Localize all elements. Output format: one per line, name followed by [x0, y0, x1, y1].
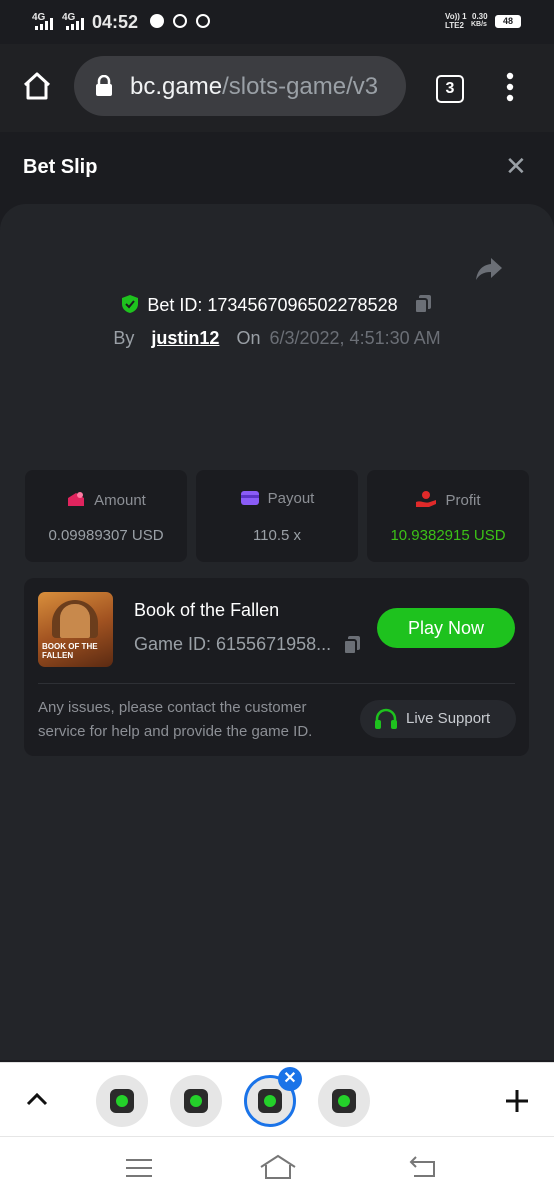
- game-thumbnail-text: BOOK OF THE FALLEN: [42, 642, 98, 660]
- url-host: bc.game: [130, 73, 223, 100]
- telegram-icon: [150, 14, 164, 28]
- wallet-icon: [240, 491, 259, 505]
- profit-label-row: Profit: [367, 490, 529, 509]
- copy-icon[interactable]: [413, 294, 433, 314]
- status-bar: 4G 4G 04:52 Vo)) 1 LTE2 0.30 KB/s 48: [0, 0, 554, 44]
- tab-switcher-button[interactable]: 3: [436, 75, 464, 103]
- battery-icon: 48: [495, 15, 521, 28]
- headset-icon: [375, 708, 397, 729]
- system-nav-bar: [0, 1136, 554, 1201]
- bc-game-icon: [332, 1089, 356, 1113]
- volte-indicator: Vo)) 1: [445, 12, 467, 21]
- bet-detail-card: Bet ID: 1734567096502278528 By justin12 …: [0, 204, 554, 1060]
- home-icon[interactable]: [22, 71, 52, 101]
- home-nav-icon[interactable]: [258, 1153, 298, 1181]
- url-path: /slots-game/v3: [222, 73, 379, 100]
- bc-game-icon: [258, 1089, 282, 1113]
- close-tab-icon[interactable]: ✕: [278, 1067, 302, 1091]
- lte-indicator: LTE2: [445, 21, 464, 30]
- new-tab-icon[interactable]: [504, 1088, 530, 1114]
- signal-icon-2: [66, 18, 84, 30]
- tab-thumb-1[interactable]: [96, 1075, 148, 1127]
- verified-shield-icon: [122, 295, 139, 313]
- live-support-label: Live Support: [406, 710, 491, 727]
- by-label: By: [113, 328, 135, 348]
- payout-label-row: Payout: [196, 490, 358, 507]
- bc-game-icon: [110, 1089, 134, 1113]
- support-notice: Any issues, please contact the customer …: [38, 699, 313, 740]
- play-now-button[interactable]: Play Now: [377, 608, 515, 648]
- back-icon[interactable]: [408, 1155, 438, 1179]
- bet-id: Bet ID: 1734567096502278528: [147, 295, 398, 315]
- address-bar[interactable]: bc.game/slots-game/v3: [74, 56, 406, 116]
- payout-label: Payout: [267, 490, 315, 507]
- payout-value: 110.5 x: [252, 527, 302, 544]
- profit-value: 10.9382915 USD: [390, 527, 506, 544]
- game-info-box: BOOK OF THE FALLEN Book of the Fallen Ga…: [24, 578, 529, 756]
- share-icon[interactable]: [474, 256, 504, 282]
- signal-icon: [35, 18, 53, 30]
- net-speed-unit: KB/s: [471, 21, 487, 28]
- amount-stat: Amount 0.09989307 USD: [25, 470, 187, 562]
- tab-thumb-2[interactable]: [170, 1075, 222, 1127]
- divider: [38, 683, 515, 684]
- clock: 04:52: [92, 12, 139, 32]
- tab-strip: ✕: [0, 1062, 554, 1137]
- game-thumbnail[interactable]: BOOK OF THE FALLEN: [38, 592, 113, 667]
- copy-game-id-icon[interactable]: [342, 635, 362, 655]
- url-text: bc.game/slots-game/v3: [130, 73, 400, 101]
- net-speed: 0.30: [472, 12, 488, 21]
- browser-toolbar: bc.game/slots-game/v3 3: [0, 44, 554, 132]
- game-name: Book of the Fallen: [134, 600, 280, 620]
- profit-stat: Profit 10.9382915 USD: [367, 470, 529, 562]
- payout-stat: Payout 110.5 x: [196, 470, 358, 562]
- amount-value: 0.09989307 USD: [48, 527, 164, 544]
- profit-label: Profit: [445, 492, 481, 509]
- profit-icon: [416, 491, 437, 507]
- vpn-icon: [173, 14, 187, 28]
- page-title: Bet Slip: [23, 156, 98, 178]
- amount-icon: [68, 492, 85, 506]
- lock-icon: [96, 75, 112, 96]
- menu-icon[interactable]: [124, 1157, 154, 1179]
- whatsapp-icon: [196, 14, 210, 28]
- close-icon[interactable]: ✕: [505, 153, 527, 179]
- bet-id-row: Bet ID: 1734567096502278528: [0, 294, 554, 316]
- live-support-button[interactable]: Live Support: [360, 700, 516, 738]
- amount-label-row: Amount: [25, 490, 187, 509]
- tab-thumb-4[interactable]: [318, 1075, 370, 1127]
- amount-label: Amount: [94, 492, 146, 509]
- chevron-up-icon[interactable]: [25, 1091, 49, 1107]
- bc-game-chat-icon: [184, 1089, 208, 1113]
- bet-slip-page: Bet Slip ✕ Bet ID: 1734567096502278528 B…: [0, 132, 554, 1062]
- bet-meta-row: By justin12 On 6/3/2022, 4:51:30 AM: [0, 328, 554, 349]
- bet-datetime: 6/3/2022, 4:51:30 AM: [269, 328, 441, 348]
- more-options-icon[interactable]: [504, 72, 516, 102]
- username-link[interactable]: justin12: [151, 328, 219, 348]
- game-id: Game ID: 6155671958...: [134, 634, 332, 654]
- on-label: On: [236, 328, 261, 348]
